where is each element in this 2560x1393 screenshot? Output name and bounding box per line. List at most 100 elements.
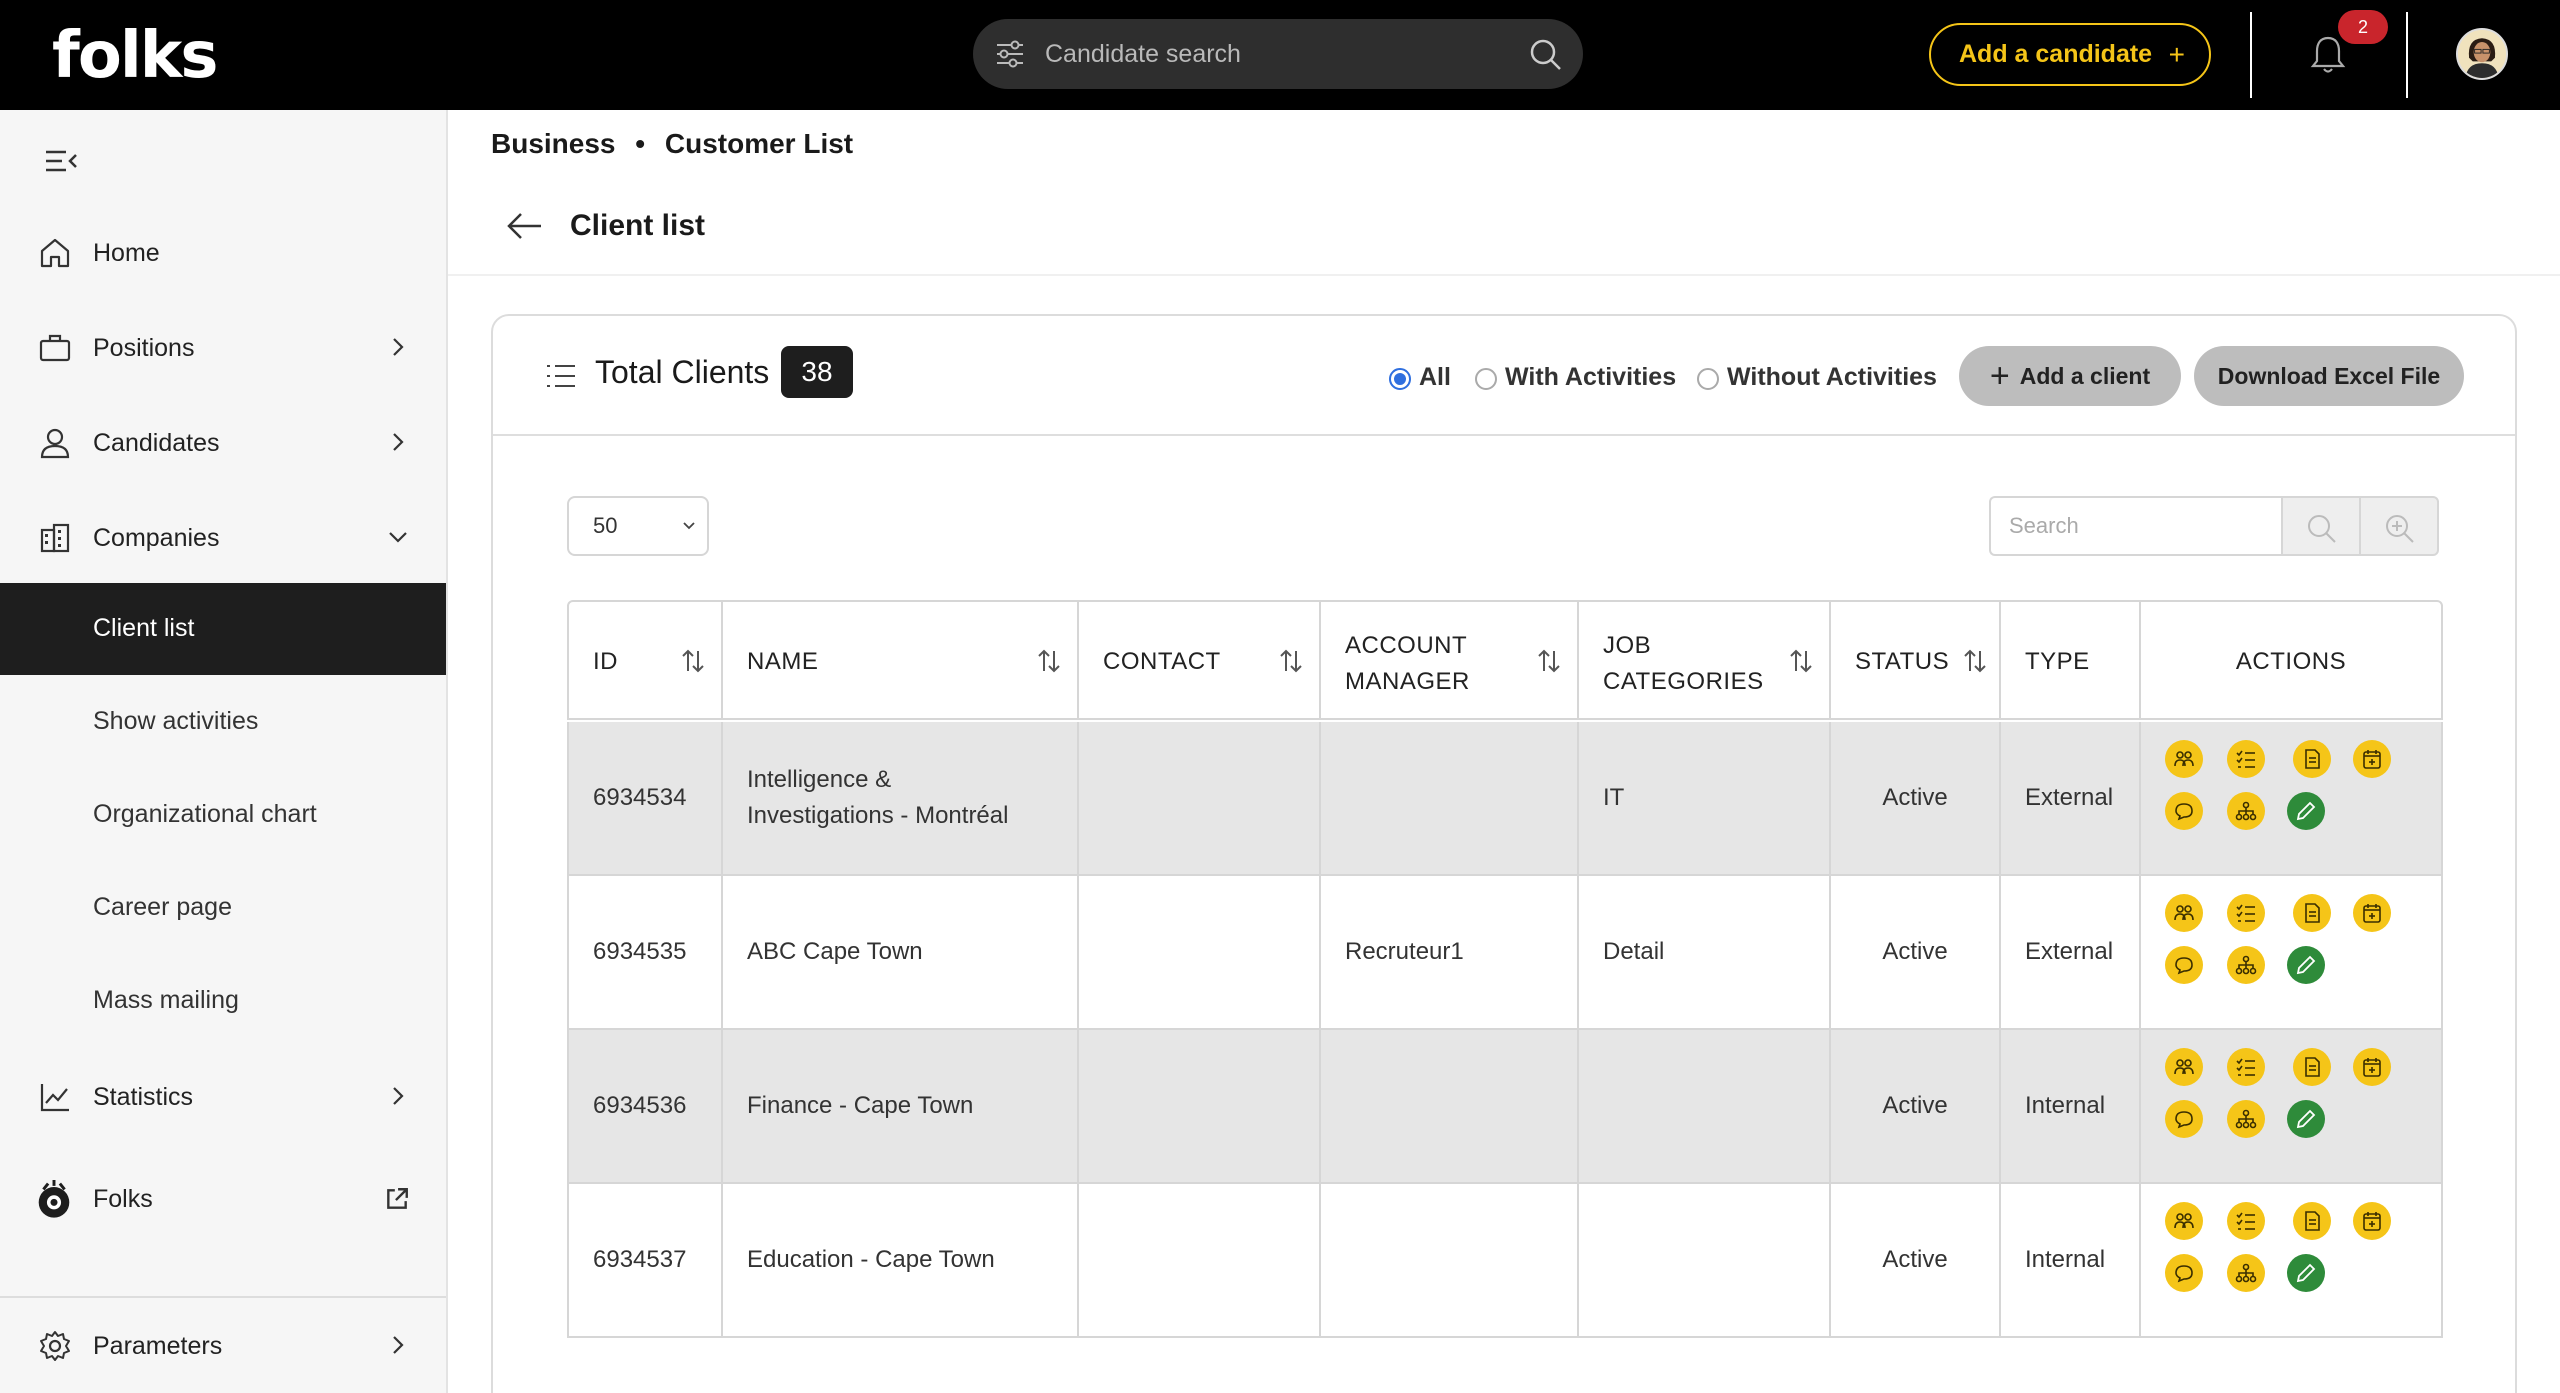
table-row[interactable]: 6934536 Finance - Cape Town Active Internal: [567, 1030, 2443, 1184]
bell-icon[interactable]: [2308, 34, 2348, 76]
document-action-button[interactable]: [2293, 740, 2331, 778]
cell-text: IT: [1603, 784, 1625, 811]
people-action-button[interactable]: [2165, 740, 2203, 778]
client-name-line: Investigations - Montréal: [747, 802, 1009, 829]
sidebar-item-statistics[interactable]: Statistics: [0, 1066, 446, 1126]
document-action-button[interactable]: [2293, 1202, 2331, 1240]
sidebar-item-positions[interactable]: Positions: [0, 317, 446, 377]
sidebar-subitem-label: Organizational chart: [93, 800, 317, 828]
table-row[interactable]: 6934537 Education - Cape Town Active Intern…: [567, 1184, 2443, 1338]
filter-sliders-icon[interactable]: [995, 40, 1025, 68]
client-name[interactable]: ABC Cape Town: [747, 934, 1067, 970]
org-chart-action-button[interactable]: [2227, 946, 2265, 984]
cell-contact: [1079, 1030, 1321, 1182]
notification-badge[interactable]: 2: [2338, 10, 2388, 44]
edit-action-button[interactable]: [2287, 1100, 2325, 1138]
breadcrumb-business[interactable]: Business: [491, 128, 616, 159]
search-icon[interactable]: [1529, 38, 1563, 72]
calendar-add-action-button[interactable]: [2353, 740, 2391, 778]
cell-status: Active: [1831, 1184, 2001, 1336]
back-arrow-icon[interactable]: [505, 210, 545, 242]
column-header-account-manager[interactable]: ACCOUNT MANAGER: [1321, 602, 1579, 720]
sidebar-item-home[interactable]: Home: [0, 222, 446, 282]
sidebar-item-folks[interactable]: Folks: [0, 1168, 446, 1228]
client-name[interactable]: Finance - Cape Town: [747, 1088, 1067, 1124]
folks-logo[interactable]: folks: [52, 18, 218, 94]
checklist-action-button[interactable]: [2227, 1048, 2265, 1086]
client-name-line: ABC Cape Town: [747, 938, 923, 965]
filter-without-activities-radio[interactable]: Without Activities: [1697, 362, 1937, 392]
page-size-select[interactable]: 50: [567, 496, 709, 556]
add-client-button[interactable]: + Add a client: [1959, 346, 2181, 406]
column-header-status[interactable]: STATUS: [1831, 602, 2001, 720]
collapse-menu-icon[interactable]: [44, 148, 78, 174]
org-chart-action-button[interactable]: [2227, 792, 2265, 830]
client-name[interactable]: Education - Cape Town: [747, 1242, 1067, 1278]
document-action-button[interactable]: [2293, 894, 2331, 932]
comment-action-button[interactable]: [2165, 1254, 2203, 1292]
sort-icon[interactable]: [1961, 648, 1989, 674]
table-row[interactable]: 6934534 Intelligence & Investigations - Mo…: [567, 722, 2443, 876]
sidebar-item-companies[interactable]: Companies: [0, 507, 446, 567]
candidate-search[interactable]: Candidate search: [973, 19, 1583, 89]
comment-action-button[interactable]: [2165, 792, 2203, 830]
column-header-name[interactable]: NAME: [723, 602, 1079, 720]
filter-all-radio[interactable]: All: [1389, 362, 1451, 392]
column-header-contact[interactable]: CONTACT: [1079, 602, 1321, 720]
filter-with-activities-radio[interactable]: With Activities: [1475, 362, 1676, 392]
checklist-action-button[interactable]: [2227, 1202, 2265, 1240]
sidebar-subitem-organizational-chart[interactable]: Organizational chart: [0, 769, 446, 861]
sidebar-item-parameters[interactable]: Parameters: [0, 1315, 446, 1375]
comment-action-button[interactable]: [2165, 946, 2203, 984]
checklist-icon: [2236, 750, 2255, 768]
download-excel-button[interactable]: Download Excel File: [2194, 346, 2464, 406]
sidebar-subitem-show-activities[interactable]: Show activities: [0, 676, 446, 768]
checklist-action-button[interactable]: [2227, 740, 2265, 778]
sort-icon[interactable]: [679, 648, 707, 674]
avatar-image: [2458, 30, 2506, 78]
people-action-button[interactable]: [2165, 894, 2203, 932]
sidebar-subitem-mass-mailing[interactable]: Mass mailing: [0, 955, 446, 1047]
column-header-job-categories[interactable]: JOB CATEGORIES: [1579, 602, 1831, 720]
client-name[interactable]: Intelligence & Investigations - Montréal: [747, 762, 1067, 834]
people-action-button[interactable]: [2165, 1048, 2203, 1086]
sort-icon[interactable]: [1035, 648, 1063, 674]
cell-job-categories: [1579, 1030, 1831, 1182]
breadcrumb-customer-list[interactable]: Customer List: [665, 128, 853, 159]
edit-action-button[interactable]: [2287, 946, 2325, 984]
client-name-line: Education - Cape Town: [747, 1246, 995, 1273]
list-icon: [547, 365, 575, 387]
sidebar-item-candidates[interactable]: Candidates: [0, 412, 446, 472]
org-chart-action-button[interactable]: [2227, 1254, 2265, 1292]
table-search-input[interactable]: Search: [1989, 496, 2283, 556]
user-avatar[interactable]: [2456, 28, 2508, 80]
column-header-id[interactable]: ID: [569, 602, 723, 720]
checklist-action-button[interactable]: [2227, 894, 2265, 932]
candidate-search-placeholder[interactable]: Candidate search: [1045, 39, 1241, 69]
add-candidate-button[interactable]: Add a candidate +: [1929, 23, 2211, 86]
cell-text: 6934536: [593, 1092, 687, 1119]
column-header-type[interactable]: TYPE: [2001, 602, 2141, 720]
calendar-add-action-button[interactable]: [2353, 894, 2391, 932]
cell-actions: [2141, 722, 2441, 874]
document-action-button[interactable]: [2293, 1048, 2331, 1086]
sidebar-item-label: Home: [93, 239, 160, 267]
sort-icon[interactable]: [1535, 648, 1563, 674]
advanced-search-button[interactable]: [2359, 496, 2439, 556]
table-search-button[interactable]: [2281, 496, 2361, 556]
calendar-add-action-button[interactable]: [2353, 1048, 2391, 1086]
sort-icon[interactable]: [1787, 648, 1815, 674]
add-client-label: Add a client: [2019, 363, 2151, 389]
edit-action-button[interactable]: [2287, 792, 2325, 830]
page-title: Client list: [570, 209, 706, 242]
calendar-add-action-button[interactable]: [2353, 1202, 2391, 1240]
sidebar-subitem-career-page[interactable]: Career page: [0, 862, 446, 954]
table-row[interactable]: 6934535 ABC Cape Town Recruteur1 Detail Acti…: [567, 876, 2443, 1030]
org-chart-action-button[interactable]: [2227, 1100, 2265, 1138]
comment-action-button[interactable]: [2165, 1100, 2203, 1138]
sidebar-subitem-client-list[interactable]: Client list: [0, 583, 446, 675]
edit-action-button[interactable]: [2287, 1254, 2325, 1292]
sidebar-subitem-label: Client list: [93, 614, 195, 642]
people-action-button[interactable]: [2165, 1202, 2203, 1240]
sort-icon[interactable]: [1277, 648, 1305, 674]
